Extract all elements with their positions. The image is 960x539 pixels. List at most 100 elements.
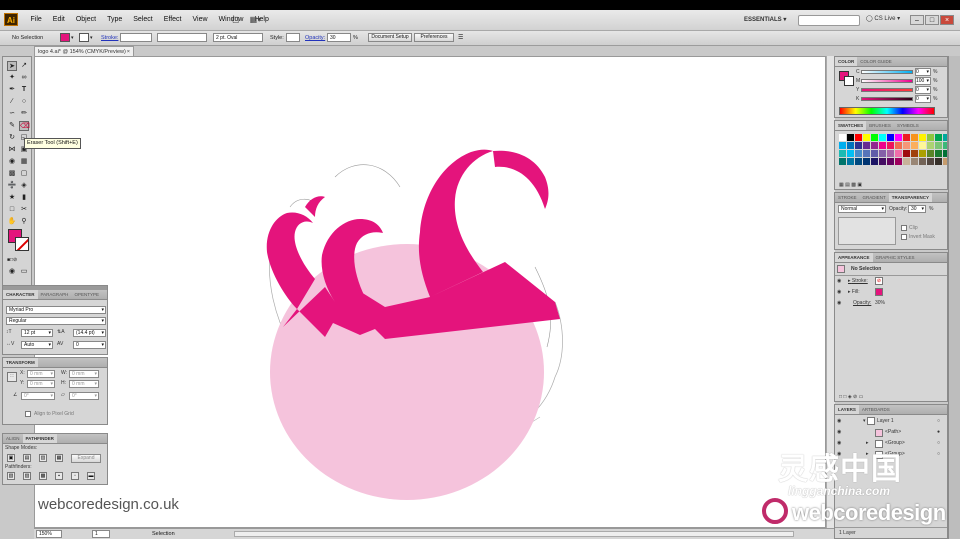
swatch[interactable] bbox=[911, 150, 918, 157]
layer-visibility-icon[interactable]: ◉ bbox=[837, 417, 841, 425]
color-stroke-swatch[interactable] bbox=[844, 76, 854, 86]
opacity-field[interactable]: 30 bbox=[327, 33, 351, 42]
opacity-label[interactable]: Opacity: bbox=[305, 34, 325, 42]
black-slider[interactable] bbox=[861, 97, 913, 101]
exclude-icon[interactable]: ▦ bbox=[55, 454, 63, 462]
width-tool-icon[interactable]: ⋈ bbox=[7, 145, 17, 155]
yellow-slider[interactable] bbox=[861, 88, 913, 92]
swatch[interactable] bbox=[895, 142, 902, 149]
black-field[interactable]: 0 bbox=[915, 95, 931, 103]
stroke-weight-field[interactable] bbox=[120, 33, 152, 42]
swatch[interactable] bbox=[919, 142, 926, 149]
clip-checkbox[interactable] bbox=[901, 225, 907, 231]
line-tool-icon[interactable]: ∕ bbox=[7, 97, 17, 107]
tab-align[interactable]: ALIGN bbox=[3, 434, 23, 443]
stroke-dropdown-icon[interactable]: ▾ bbox=[90, 34, 93, 42]
menu-view[interactable]: View bbox=[187, 10, 213, 30]
transparency-opacity-field[interactable]: 30 bbox=[908, 205, 926, 213]
tab-transform[interactable]: TRANSFORM bbox=[3, 358, 38, 367]
minus-front-icon[interactable]: ▤ bbox=[23, 454, 31, 462]
leading-field[interactable]: (14.4 pt) bbox=[73, 329, 106, 337]
swatch[interactable] bbox=[919, 134, 926, 141]
cyan-field[interactable]: 0 bbox=[915, 68, 931, 76]
tab-pathfinder[interactable]: PATHFINDER bbox=[22, 434, 57, 443]
path-target-icon[interactable]: ● bbox=[937, 428, 940, 436]
swatch[interactable] bbox=[863, 134, 870, 141]
appearance-opacity-label[interactable]: Opacity: bbox=[853, 299, 871, 307]
brush-definition-dropdown[interactable]: 2 pt. Oval bbox=[213, 33, 263, 42]
swatch[interactable] bbox=[847, 150, 854, 157]
y-field[interactable]: 0 mm bbox=[27, 380, 55, 388]
document-tab[interactable]: logo 4.ai* @ 154% (CMYK/Preview) × bbox=[34, 46, 134, 56]
tab-artboards[interactable]: ARTBOARDS bbox=[859, 405, 893, 414]
swatch[interactable] bbox=[879, 142, 886, 149]
workspace-switcher[interactable]: ESSENTIALS ▾ bbox=[744, 16, 786, 23]
swatch[interactable] bbox=[911, 158, 918, 165]
font-size-field[interactable]: 12 pt bbox=[21, 329, 53, 337]
appearance-fill-label[interactable]: ▸ Fill: bbox=[848, 288, 860, 296]
swatch[interactable] bbox=[855, 150, 862, 157]
zoom-field[interactable]: 150% bbox=[36, 530, 62, 538]
swatch[interactable] bbox=[879, 158, 886, 165]
path-name[interactable]: <Path> bbox=[885, 428, 901, 436]
close-icon[interactable]: × bbox=[940, 15, 954, 25]
stroke-label[interactable]: Stroke: bbox=[101, 34, 118, 42]
invert-mask-checkbox[interactable] bbox=[901, 234, 907, 240]
swatch[interactable] bbox=[903, 142, 910, 149]
trim-icon[interactable]: ▨ bbox=[23, 472, 31, 480]
swatch[interactable] bbox=[895, 134, 902, 141]
swatch[interactable] bbox=[863, 158, 870, 165]
swatch[interactable] bbox=[855, 142, 862, 149]
rotate-field[interactable]: 0° bbox=[21, 392, 55, 400]
help-search-input[interactable] bbox=[798, 15, 860, 26]
artboard-navigation[interactable]: 1 bbox=[92, 530, 110, 538]
swatch[interactable] bbox=[847, 158, 854, 165]
h-field[interactable]: 0 mm bbox=[69, 380, 99, 388]
document-setup-button[interactable]: Document Setup bbox=[368, 33, 412, 42]
shape-builder-tool-icon[interactable]: ◉ bbox=[7, 157, 17, 167]
bridge-icon[interactable]: ▢ bbox=[232, 15, 240, 25]
tab-symbols[interactable]: SYMBOLS bbox=[894, 121, 922, 130]
swatch[interactable] bbox=[903, 158, 910, 165]
swatch-library-icon[interactable]: ▦ ▤ ▩ ▣ bbox=[839, 181, 862, 189]
eraser-tool-icon[interactable]: ⌫ bbox=[19, 121, 30, 131]
tab-paragraph[interactable]: PARAGRAPH bbox=[38, 290, 72, 299]
magenta-slider[interactable] bbox=[861, 79, 913, 83]
tab-color[interactable]: COLOR bbox=[835, 57, 858, 66]
layer-1-name[interactable]: Layer 1 bbox=[877, 417, 894, 425]
outline-icon[interactable]: ▫ bbox=[71, 472, 79, 480]
tab-brushes[interactable]: BRUSHES bbox=[866, 121, 894, 130]
blend-mode-dropdown[interactable]: Normal bbox=[838, 205, 886, 213]
lasso-tool-icon[interactable]: ∞ bbox=[19, 73, 29, 83]
swatch[interactable] bbox=[903, 150, 910, 157]
menu-file[interactable]: File bbox=[25, 10, 47, 30]
swatch[interactable] bbox=[935, 158, 942, 165]
selection-tool-icon[interactable]: ➤ bbox=[7, 61, 17, 71]
opacity-mask-thumbnail[interactable] bbox=[838, 217, 896, 245]
swatch[interactable] bbox=[839, 150, 846, 157]
tab-color-guide[interactable]: COLOR GUIDE bbox=[857, 57, 895, 66]
preferences-button[interactable]: Preferences bbox=[414, 33, 454, 42]
swatch[interactable] bbox=[919, 158, 926, 165]
appearance-footer-icons[interactable]: □ □ ◈ ⊘ ▭ bbox=[839, 393, 863, 401]
appearance-stroke-swatch[interactable]: ⊘ bbox=[875, 277, 883, 285]
swatch[interactable] bbox=[895, 150, 902, 157]
font-style-dropdown[interactable]: Regular bbox=[6, 317, 106, 325]
minus-back-icon[interactable]: ▬ bbox=[87, 472, 95, 480]
hand-tool-icon[interactable]: ✋ bbox=[7, 217, 17, 227]
direct-selection-tool-icon[interactable]: ↗ bbox=[19, 61, 29, 71]
unite-icon[interactable]: ▣ bbox=[7, 454, 15, 462]
arrange-documents-icon[interactable]: ▦▾ bbox=[250, 15, 262, 25]
font-family-dropdown[interactable]: Myriad Pro bbox=[6, 306, 106, 314]
cyan-slider[interactable] bbox=[861, 70, 913, 74]
magenta-field[interactable]: 100 bbox=[915, 77, 931, 85]
screen-mode-icon[interactable]: ▭ bbox=[19, 267, 29, 277]
swatch[interactable] bbox=[871, 134, 878, 141]
swatch[interactable] bbox=[855, 158, 862, 165]
swatch[interactable] bbox=[847, 142, 854, 149]
menu-select[interactable]: Select bbox=[128, 10, 158, 30]
crop-icon[interactable]: ▪ bbox=[55, 472, 63, 480]
gradient-tool-icon[interactable]: ▢ bbox=[19, 169, 29, 179]
color-mode-icon[interactable]: ■□⊘ bbox=[7, 255, 17, 265]
merge-icon[interactable]: ▩ bbox=[39, 472, 47, 480]
